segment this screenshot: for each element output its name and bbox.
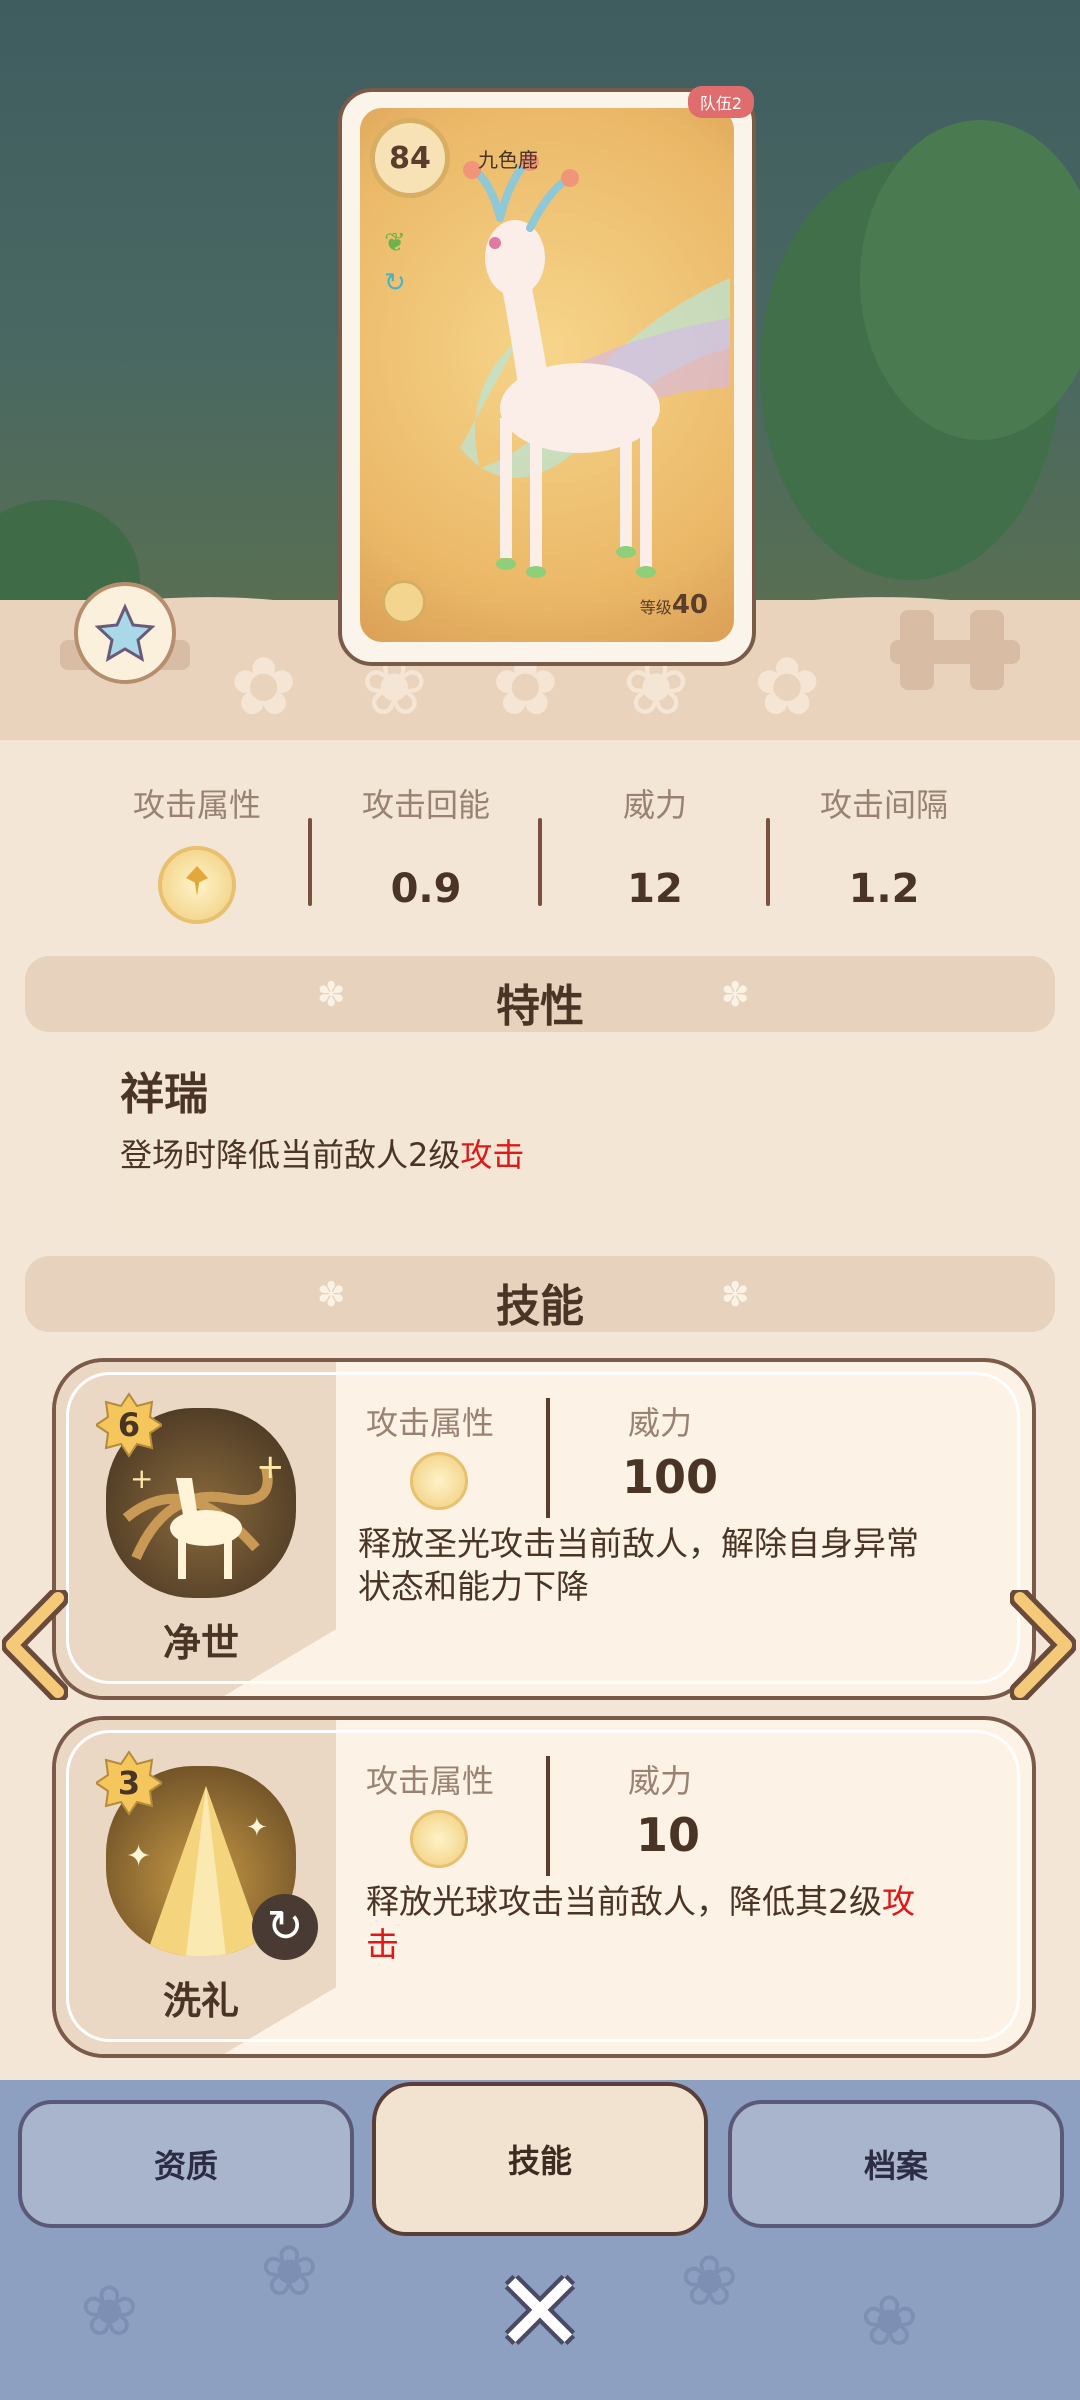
prev-arrow-icon[interactable]	[2, 1590, 68, 1700]
skill-card-1[interactable]: + + 6 净世 攻击属性 威力 100 释放圣光攻击当前敌人，解除自身异常 状…	[52, 1358, 1036, 1700]
stat-attack-interval: 攻击间隔 1.2	[819, 786, 948, 912]
trait-name: 祥瑞	[120, 1069, 208, 1120]
trait-description: 登场时降低当前敌人2级攻击	[120, 1136, 525, 1174]
favorite-star-button[interactable]	[74, 582, 176, 684]
trait-box: 祥瑞 登场时降低当前敌人2级攻击	[120, 1040, 960, 1240]
light-element-icon	[382, 580, 426, 624]
tab-archive[interactable]: 档案	[728, 2100, 1064, 2228]
close-icon[interactable]: ✕	[490, 2257, 590, 2367]
trait-section-header: ✽ 特性 ✽	[25, 956, 1055, 1032]
stat-power: 威力 12	[622, 786, 687, 912]
skill-cost-badge: 6	[94, 1392, 164, 1458]
paw-icon: ✽	[721, 975, 750, 1015]
deer-illustration	[460, 153, 730, 578]
pet-card-art: 84 九色鹿 ❦ ↻ 等级40	[360, 108, 734, 642]
pet-name: 九色鹿	[478, 148, 538, 172]
star-icon	[95, 603, 155, 663]
attack-stats-row: 攻击属性 攻击回能 0.9 威力 12 攻击间隔 1.2	[0, 780, 1080, 924]
skill-card-2[interactable]: ✦ ✦ ↻ 3 洗礼 攻击属性 威力 10 释放光球攻击当前敌人，降低其2级攻 …	[52, 1716, 1036, 2058]
svg-text:+: +	[256, 1447, 285, 1487]
skill-power-label: 威力	[628, 1762, 693, 1800]
skill-attr-label: 攻击属性	[366, 1404, 495, 1442]
skill-power-value: 100	[622, 1450, 719, 1504]
fence-rail	[890, 640, 1020, 664]
refresh-icon[interactable]: ↻	[252, 1894, 318, 1960]
tab-aptitude[interactable]: 资质	[18, 2100, 354, 2228]
skill-section-header: ✽ 技能 ✽	[25, 1256, 1055, 1332]
pet-level-label: 等级40	[639, 590, 708, 620]
svg-text:✦: ✦	[246, 1813, 268, 1843]
skill-cost-badge: 3	[94, 1750, 164, 1816]
grass-type-icon: ❦	[384, 228, 406, 258]
team-tag: 队伍2	[687, 86, 754, 118]
skill-name: 净世	[162, 1621, 239, 1665]
light-element-icon	[410, 1810, 468, 1868]
skill-power-label: 威力	[628, 1404, 693, 1442]
svg-text:+: +	[130, 1462, 153, 1495]
tab-skills[interactable]: 技能	[372, 2082, 708, 2236]
pet-level-badge: 84	[370, 118, 450, 198]
stat-attack-attribute: 攻击属性	[82, 780, 312, 928]
skill-description: 释放圣光攻击当前敌人，解除自身异常 状态和能力下降	[358, 1524, 919, 1606]
paw-icon: ❀	[80, 2270, 139, 2352]
skill-name: 洗礼	[162, 1979, 239, 2023]
divider	[546, 1398, 550, 1518]
paw-icon: ❀	[680, 2240, 739, 2322]
water-type-icon: ↻	[384, 268, 406, 298]
light-element-icon	[158, 846, 236, 924]
skill-attr-label: 攻击属性	[366, 1762, 495, 1800]
light-element-icon	[410, 1452, 468, 1510]
svg-text:✦: ✦	[126, 1839, 151, 1874]
skill-power-value: 10	[636, 1808, 701, 1862]
next-arrow-icon[interactable]	[1010, 1590, 1076, 1700]
paw-icon: ✽	[721, 1275, 750, 1315]
divider	[546, 1756, 550, 1876]
paw-icon: ❀	[860, 2280, 919, 2362]
stat-energy-regen: 攻击回能 0.9	[361, 786, 490, 912]
pet-card[interactable]: 84 九色鹿 ❦ ↻ 等级40 队伍2	[338, 86, 756, 666]
skill-description: 释放光球攻击当前敌人，降低其2级攻 击	[366, 1882, 915, 1964]
paw-icon: ❀	[260, 2230, 319, 2312]
